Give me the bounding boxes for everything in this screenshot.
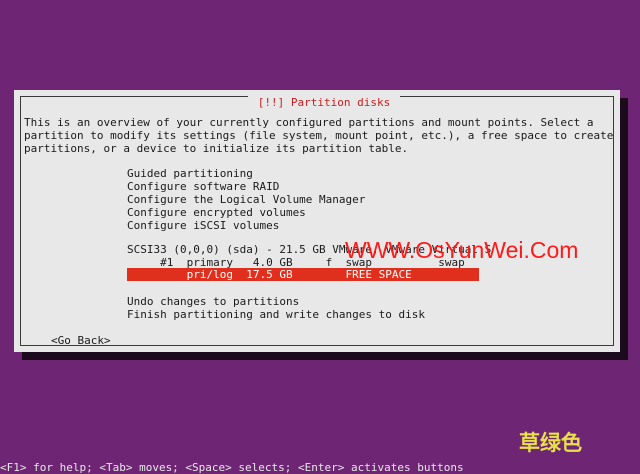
partition-dialog: [!!] Partition disks This is an overview… — [14, 90, 620, 352]
watermark-url: WWW.OsYunWei.Com — [345, 237, 579, 263]
intro-line-3: partitions, or a device to initialize it… — [24, 142, 409, 155]
free-space-entry-selected[interactable]: pri/log 17.5 GB FREE SPACE — [127, 268, 479, 281]
watermark-chinese: 草绿色 — [519, 431, 582, 455]
dialog-title: [!!] Partition disks — [248, 96, 400, 110]
menu-item-guided-partitioning[interactable]: Guided partitioning — [127, 167, 253, 180]
go-back-button[interactable]: <Go Back> — [51, 334, 111, 347]
help-footer: <F1> for help; <Tab> moves; <Space> sele… — [0, 461, 464, 474]
intro-line-1: This is an overview of your currently co… — [24, 116, 594, 129]
menu-item-encrypted-volumes[interactable]: Configure encrypted volumes — [127, 206, 306, 219]
menu-item-iscsi-volumes[interactable]: Configure iSCSI volumes — [127, 219, 279, 232]
menu-item-undo-changes[interactable]: Undo changes to partitions — [127, 295, 299, 308]
intro-line-2: partition to modify its settings (file s… — [24, 129, 614, 142]
menu-item-finish-partitioning[interactable]: Finish partitioning and write changes to… — [127, 308, 425, 321]
menu-item-lvm[interactable]: Configure the Logical Volume Manager — [127, 193, 365, 206]
menu-item-software-raid[interactable]: Configure software RAID — [127, 180, 279, 193]
